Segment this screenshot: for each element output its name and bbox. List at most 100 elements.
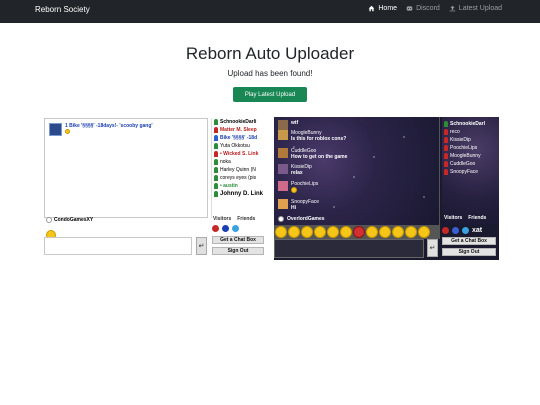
send-button[interactable]: ↵ <box>196 237 207 255</box>
chat-message-input[interactable] <box>274 239 424 258</box>
avatar[interactable] <box>278 120 288 130</box>
avatar[interactable] <box>278 181 288 191</box>
user-list-item[interactable]: SnoopyFace <box>442 168 499 176</box>
smiley-icon[interactable] <box>275 226 287 238</box>
nav-discord[interactable]: Discord <box>406 5 440 12</box>
smiley-icon[interactable] <box>392 226 404 238</box>
avatar[interactable] <box>278 130 288 140</box>
user-name: CuddleGoo <box>450 161 476 167</box>
chat-message-input[interactable] <box>44 237 192 255</box>
smiley-bar <box>274 225 440 239</box>
user-list-item[interactable]: noka <box>212 158 266 166</box>
info-icon[interactable] <box>442 227 449 234</box>
brand-link[interactable]: Reborn Society <box>35 5 90 14</box>
user-list-tabs: Visitors Friends <box>444 215 486 221</box>
message-text: How to get on the game <box>291 154 348 160</box>
smiley-icon[interactable] <box>327 226 339 238</box>
send-button[interactable]: ↵ <box>427 239 438 257</box>
avatar[interactable] <box>278 148 288 158</box>
smiley-icon[interactable] <box>353 226 365 238</box>
user-name: • Wicked S. Link <box>220 151 259 157</box>
nav-home-label: Home <box>378 5 398 12</box>
user-name: noka <box>220 159 231 165</box>
user-icon <box>444 129 448 135</box>
nav-home[interactable]: Home <box>368 5 397 12</box>
get-chat-box-button[interactable]: Get a Chat Box <box>212 236 264 244</box>
user-list-item[interactable]: Yuta Okkotsu <box>212 142 266 150</box>
tab-visitors[interactable]: Visitors <box>213 216 231 222</box>
radio-icon[interactable] <box>46 217 52 223</box>
user-list: SchnookieDarli Matter M. Sleep Bike '§§§… <box>211 118 266 218</box>
user-list-item[interactable]: Bike '§§§§' -18d <box>212 134 266 142</box>
user-name: • austin <box>220 183 238 189</box>
chat-toolbar-icons: xat <box>442 227 482 234</box>
user-name: SchnookieDarli <box>220 119 257 125</box>
user-icon <box>214 151 218 157</box>
user-icon <box>444 121 448 127</box>
chat-message: PoochieLips <box>278 181 318 195</box>
nav-latest-upload[interactable]: Latest Upload <box>449 5 502 12</box>
user-list-item[interactable]: coreys eyes (pis <box>212 174 266 182</box>
tab-visitors[interactable]: Visitors <box>444 215 462 221</box>
user-name: Yuta Okkotsu <box>220 143 250 149</box>
user-list-item[interactable]: Matter M. Sleep <box>212 126 266 134</box>
user-list-item[interactable]: • austin <box>212 182 266 190</box>
smiley-icon[interactable] <box>340 226 352 238</box>
smiley-icon <box>65 129 70 134</box>
message-sender[interactable]: Bike '§§§§' -18days!- 'scooby gang' <box>69 123 152 129</box>
chat-message: wtf <box>278 120 298 130</box>
home-icon <box>369 5 375 12</box>
user-list-item[interactable]: KissieDip <box>442 136 499 144</box>
radio-icon[interactable] <box>278 216 284 222</box>
user-icon <box>214 119 218 125</box>
sign-out-button[interactable]: Sign Out <box>442 248 496 256</box>
chat-box-left: 1 Bike '§§§§' -18days!- 'scooby gang' Sc… <box>44 118 266 260</box>
user-icon <box>214 135 218 141</box>
smiley-icon[interactable] <box>405 226 417 238</box>
chat-box-right: wtf MoogleBunny Is this for roblox cons? … <box>274 117 499 260</box>
message-sender: wtf <box>291 120 299 126</box>
play-latest-upload-button[interactable]: Play Latest Upload <box>233 87 307 102</box>
user-list-item[interactable]: • Wicked S. Link <box>212 150 266 158</box>
smiley-icon <box>291 187 297 193</box>
user-name: SchnookieDarl <box>450 121 486 127</box>
xat-logo-icon[interactable] <box>232 225 239 232</box>
user-list-item[interactable]: SchnookieDarl <box>442 120 499 128</box>
user-list-item[interactable]: PoochieLips <box>442 144 499 152</box>
user-name: Johnny D. Link <box>220 191 264 197</box>
user-list-item[interactable]: reco <box>442 128 499 136</box>
user-list-item[interactable]: Harley Quinn (N <box>212 166 266 174</box>
user-list-item[interactable]: Johnny D. Link <box>212 190 266 198</box>
xat-brand: xat <box>472 227 483 234</box>
nav-discord-label: Discord <box>416 5 440 12</box>
user-icon <box>444 137 448 143</box>
message-text: Is this for roblox cons? <box>291 136 347 142</box>
smiley-icon[interactable] <box>366 226 378 238</box>
avatar[interactable] <box>278 199 288 209</box>
user-list-item[interactable]: MoogleBunny <box>442 152 499 160</box>
user-list-item[interactable]: CuddleGoo <box>442 160 499 168</box>
get-chat-box-button[interactable]: Get a Chat Box <box>442 237 496 245</box>
user-list-item[interactable]: SchnookieDarli <box>212 118 266 126</box>
tab-friends[interactable]: Friends <box>237 216 255 222</box>
user-icon <box>444 145 448 151</box>
help-icon[interactable] <box>222 225 229 232</box>
smiley-icon[interactable] <box>418 226 430 238</box>
sign-out-button[interactable]: Sign Out <box>212 247 264 255</box>
xat-logo-icon[interactable] <box>462 227 469 234</box>
nav-links: Home Discord Latest Upload <box>368 5 502 12</box>
footer-user-name: OverlordGames <box>287 216 325 222</box>
user-icon <box>214 143 218 149</box>
user-icon <box>444 169 448 175</box>
info-icon[interactable] <box>212 225 219 232</box>
user-icon <box>214 175 218 181</box>
avatar[interactable] <box>49 123 62 136</box>
smiley-icon[interactable] <box>288 226 300 238</box>
smiley-icon[interactable] <box>314 226 326 238</box>
avatar[interactable] <box>278 164 288 174</box>
smiley-icon[interactable] <box>379 226 391 238</box>
upload-icon <box>449 5 456 12</box>
tab-friends[interactable]: Friends <box>468 215 486 221</box>
help-icon[interactable] <box>452 227 459 234</box>
smiley-icon[interactable] <box>301 226 313 238</box>
